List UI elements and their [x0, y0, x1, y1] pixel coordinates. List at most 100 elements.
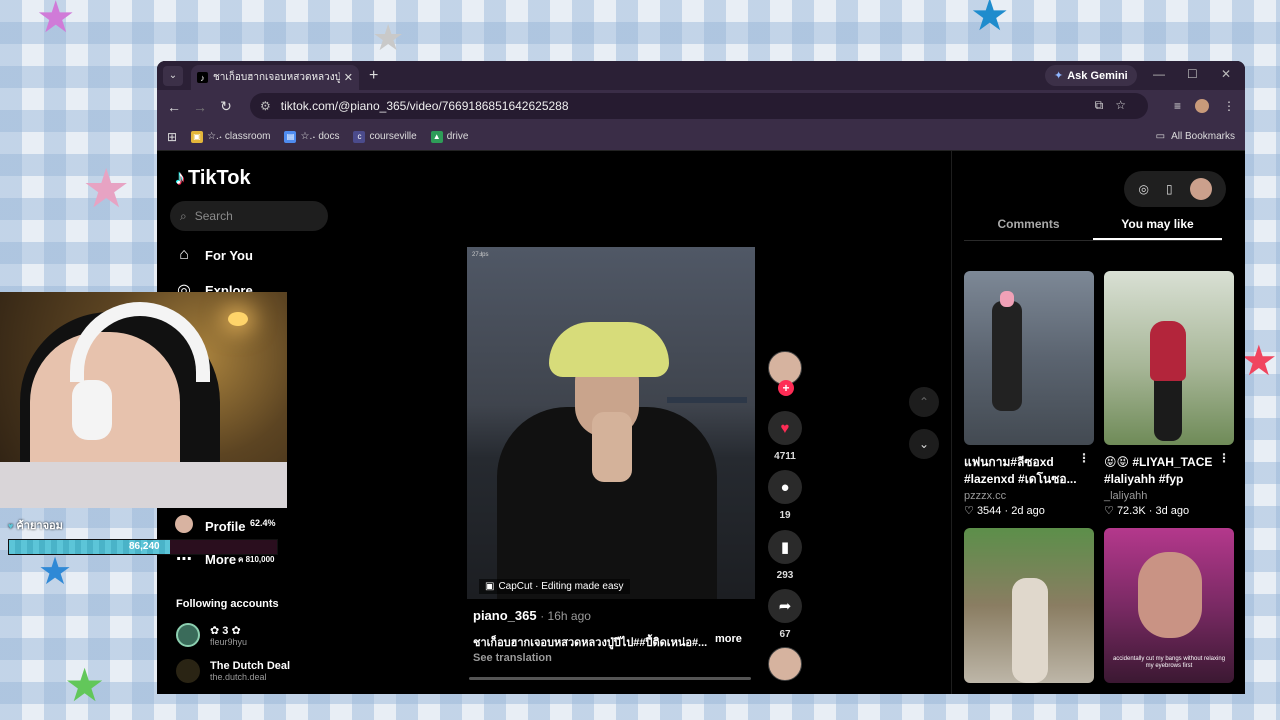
tab-you-may-like[interactable]: You may like [1093, 215, 1222, 240]
recommended-video[interactable]: 😝😝 #LIYAH_TACE #laliyahh #fyp ⋮ _laliyah… [1104, 271, 1234, 517]
bookmark-courseville[interactable]: c courseville [353, 130, 417, 143]
separator: · [1004, 505, 1009, 517]
reload-icon[interactable]: ↻ [213, 98, 239, 115]
headphones-ear [72, 380, 112, 440]
post-time: · 16h ago [540, 609, 591, 623]
recommended-video[interactable]: accidentally cut my bangs without relaxi… [1104, 528, 1234, 683]
bookmark-icon[interactable]: ▮ [768, 530, 802, 564]
next-video-icon[interactable]: ⌄ [909, 429, 939, 459]
video-author[interactable]: piano_365 · 16h ago [473, 608, 591, 623]
share-icon[interactable]: ➦ [768, 589, 802, 623]
share-action[interactable]: ➦ 67 [767, 589, 803, 640]
following-account[interactable]: ✿ 3 ✿ fleur9hyu [176, 623, 247, 647]
search-input[interactable]: ⌕ Search [170, 201, 328, 231]
like-action[interactable]: ♥ 4711 [767, 411, 803, 462]
heart-outline-icon: ♡ [1104, 505, 1114, 517]
video-author[interactable]: _laliyahh [1104, 490, 1234, 502]
video-author[interactable]: pzzzx.cc [964, 490, 1094, 502]
forward-icon[interactable]: → [187, 99, 213, 115]
tab-title: ชาเก็อบฮากเจอบหสวดหลวงปู่ปีไป#สั [213, 72, 340, 83]
profile-avatar[interactable] [1195, 99, 1209, 113]
tab-bar: ⌄ ♪ ชาเก็อบฮากเจอบหสวดหลวงปู่ปีไป#สั ✕ +… [157, 61, 1245, 90]
tiktok-note-icon: ♪ [175, 167, 185, 189]
video-subject-hat [549, 322, 669, 377]
star-decoration: ★ [970, 0, 1010, 40]
all-bookmarks-label: All Bookmarks [1171, 131, 1235, 142]
video-age: 3d ago [1155, 505, 1190, 517]
sound-avatar[interactable] [768, 647, 802, 681]
logo-text: TikTok [188, 167, 251, 189]
phone-icon[interactable]: ▯ [1166, 182, 1173, 196]
streamer-shirt [0, 462, 287, 508]
star-decoration: ★ [82, 159, 131, 219]
video-progress-bar[interactable] [469, 677, 751, 680]
recommended-video[interactable] [964, 528, 1094, 683]
new-tab-icon[interactable]: + [369, 67, 378, 85]
all-bookmarks-button[interactable]: ▭ All Bookmarks [1156, 131, 1235, 142]
site-settings-icon[interactable]: ⚙ [260, 99, 271, 113]
browser-tab[interactable]: ♪ ชาเก็อบฮากเจอบหสวดหลวงปู่ปีไป#สั ✕ [191, 65, 359, 90]
more-options-icon[interactable]: ⋮ [1218, 451, 1230, 465]
follow-plus-icon[interactable]: + [778, 380, 794, 396]
star-decoration: ★ [36, 0, 76, 42]
address-bar: ← → ↻ ⚙ tiktok.com/@piano_365/video/7669… [157, 90, 1245, 123]
explore-icon[interactable]: ◎ [1138, 182, 1148, 196]
close-window-icon[interactable]: ✕ [1221, 67, 1231, 81]
tab-comments[interactable]: Comments [964, 215, 1093, 240]
ask-gemini-button[interactable]: ✦ Ask Gemini [1045, 65, 1137, 86]
maximize-icon[interactable]: ☐ [1187, 67, 1198, 81]
caption-more-button[interactable]: more [715, 633, 742, 645]
account-handle: fleur9hyu [210, 636, 248, 647]
url-field[interactable]: ⚙ tiktok.com/@piano_365/video/7669186851… [250, 93, 1148, 119]
video-thumbnail[interactable] [964, 271, 1094, 445]
star-decoration: ★ [38, 551, 73, 593]
reading-list-icon[interactable]: ≡ [1174, 99, 1181, 113]
more-options-icon[interactable]: ⋮ [1078, 451, 1090, 465]
back-icon[interactable]: ← [161, 99, 187, 115]
bookmark-docs[interactable]: ▤ ☆.˖ docs [284, 130, 339, 143]
tab-search-button[interactable]: ⌄ [163, 65, 183, 86]
tiktok-logo[interactable]: ♪ TikTok [175, 167, 251, 190]
bookmark-label: courseville [369, 131, 417, 142]
bookmark-drive[interactable]: ▲ drive [430, 130, 468, 143]
recommended-video[interactable]: แฟนกาม#ลีซอxd #lazenxd #เดโนซอ... ⋮ pzzz… [964, 271, 1094, 517]
video-caption: 😝😝 #LIYAH_TACE #laliyahh #fyp [1104, 455, 1213, 486]
like-count: 4711 [774, 451, 796, 462]
minimize-icon[interactable]: — [1153, 67, 1165, 81]
see-translation-link[interactable]: See translation [473, 652, 552, 664]
account-name: ✿ 3 ✿ [210, 624, 241, 637]
ask-gemini-label: Ask Gemini [1067, 69, 1128, 82]
close-tab-icon[interactable]: ✕ [344, 71, 353, 84]
webcam-overlay [0, 292, 287, 508]
video-age: 2d ago [1011, 505, 1045, 517]
heart-icon[interactable]: ♥ [768, 411, 802, 445]
video-thumbnail[interactable] [964, 528, 1094, 683]
panel-tabs: Comments You may like [964, 215, 1222, 241]
apps-icon[interactable]: ⊞ [167, 130, 177, 144]
video-thumbnail[interactable] [1104, 271, 1234, 445]
docs-icon: ▤ [284, 130, 297, 143]
drive-icon: ▲ [430, 130, 443, 143]
bookmark-star-icon[interactable]: ☆ [1115, 98, 1138, 112]
player-name: ♥ ค้ายาจอม [8, 520, 63, 532]
menu-icon[interactable]: ⋮ [1223, 99, 1235, 113]
comment-action[interactable]: ● 19 [767, 470, 803, 521]
right-panel: ◎ ▯ Comments You may like แฟนกาม#ลีซอxd … [951, 151, 1245, 694]
user-avatar[interactable] [1189, 178, 1212, 200]
folder-icon: ▭ [1155, 131, 1166, 142]
save-action[interactable]: ▮ 293 [767, 530, 803, 581]
previous-video-icon[interactable]: ⌃ [909, 387, 939, 417]
video-caption: ชาเก็อบฮากเจอบหสวดหลวงปู่ปีไป##ปี้ติดเหน… [473, 637, 708, 649]
comment-icon[interactable]: ● [768, 470, 802, 504]
star-decoration: ★ [64, 659, 106, 711]
bookmark-classroom[interactable]: ▣ ☆.˖ classroom [191, 130, 270, 143]
following-account[interactable]: The Dutch Deal the.dutch.deal [176, 659, 290, 683]
heart-icon: ♥ [8, 521, 14, 531]
nav-for-you[interactable]: ⌂ For You [175, 246, 253, 264]
capcut-icon: ▣ [485, 581, 495, 592]
video-thumbnail[interactable]: accidentally cut my bangs without relaxi… [1104, 528, 1234, 683]
save-count: 293 [776, 570, 794, 581]
cast-icon[interactable]: ⧉ [1095, 98, 1116, 112]
search-icon: ⌕ [180, 208, 187, 223]
video-player[interactable]: 27Ⅎps ▣ CapCut · Editing made easy [467, 247, 755, 599]
